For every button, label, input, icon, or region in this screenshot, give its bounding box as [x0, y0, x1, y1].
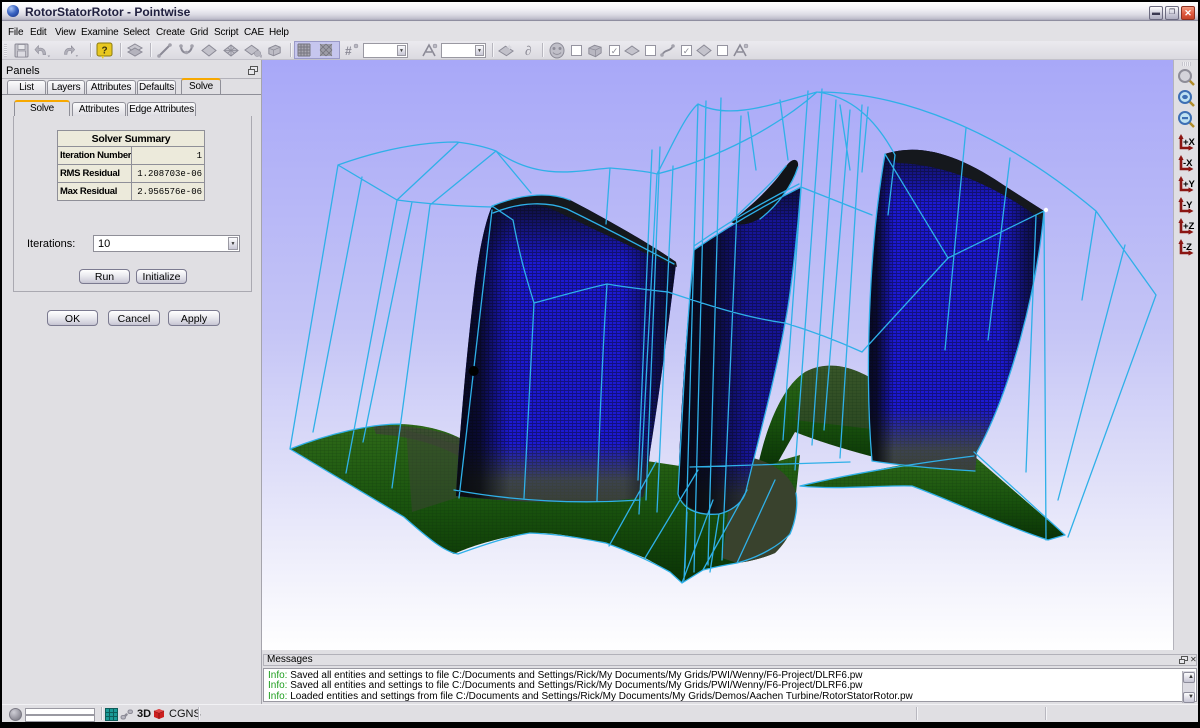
svg-text:∂: ∂: [525, 43, 531, 58]
svg-text:-X: -X: [1183, 158, 1193, 169]
svg-text:-Z: -Z: [1183, 242, 1192, 253]
svg-text:#: #: [345, 44, 352, 58]
svg-text:+Y: +Y: [1183, 179, 1196, 190]
svg-text:+X: +X: [1183, 137, 1196, 148]
svg-text:-Y: -Y: [1183, 200, 1193, 211]
svg-text:+Z: +Z: [1183, 221, 1195, 232]
svg-text:?: ?: [101, 46, 107, 57]
